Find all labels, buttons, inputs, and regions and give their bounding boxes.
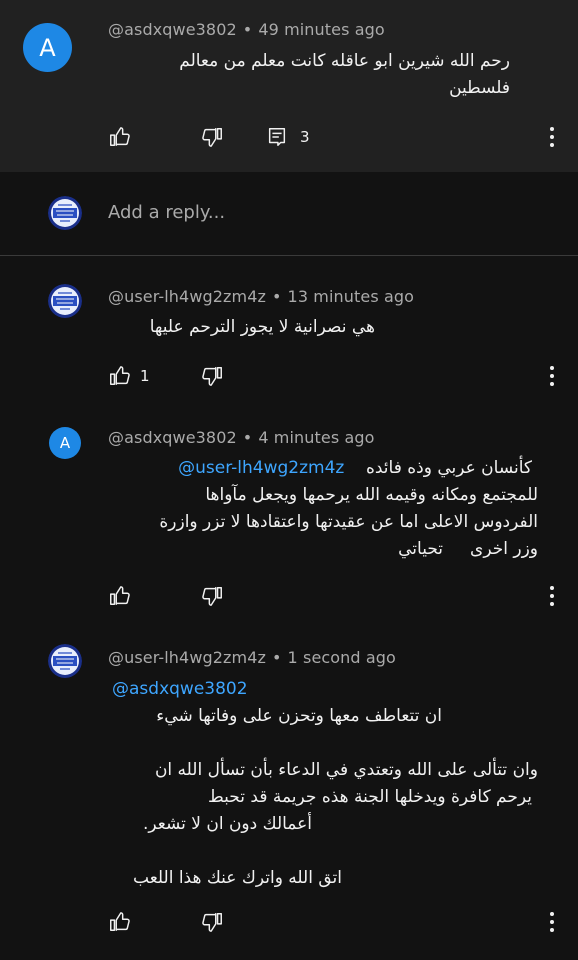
dislike-icon[interactable] (202, 585, 224, 607)
reply-actions: 1 (108, 362, 224, 390)
comment-time: 49 minutes ago (258, 20, 385, 39)
reply-time: 13 minutes ago (287, 287, 414, 306)
reply-actions (108, 908, 224, 936)
reply-text: كأنسان عربي وذه فائده @user-lh4wg2zm4z ل… (159, 458, 538, 559)
reply-text: هي نصرانية لا يجوز الترحم عليها (149, 317, 375, 337)
more-options-icon[interactable] (548, 126, 556, 148)
avatar[interactable] (48, 284, 82, 318)
comment-actions: 3 (108, 123, 310, 151)
top-comment: A @asdxqwe3802 • 49 minutes ago رحم الله ش… (0, 0, 578, 172)
reply-count: 3 (300, 128, 310, 146)
reply-item: @user-lh4wg2zm4z • 13 minutes ago هي نصران… (0, 256, 578, 404)
reply-time: 1 second ago (287, 648, 396, 667)
add-reply-input[interactable]: Add a reply... (108, 202, 225, 223)
avatar[interactable] (48, 644, 82, 678)
comment-author[interactable]: @asdxqwe3802 (108, 20, 237, 39)
reply-bar: Add a reply... (0, 172, 578, 256)
reply-author[interactable]: @user-lh4wg2zm4z (108, 648, 266, 667)
like-icon[interactable] (108, 585, 130, 607)
more-options-icon[interactable] (548, 585, 556, 607)
reply-item: A @asdxqwe3802 • 4 minutes ago كأنسان عربي… (0, 404, 578, 632)
reply-header: @user-lh4wg2zm4z • 1 second ago (108, 648, 396, 667)
reply-text: @asdxqwe3802 ان تتعاطف معها وتحزن على وف… (112, 679, 538, 888)
reply-header: @asdxqwe3802 • 4 minutes ago (108, 428, 375, 447)
comment-header: @asdxqwe3802 • 49 minutes ago (108, 20, 385, 39)
reply-header: @user-lh4wg2zm4z • 13 minutes ago (108, 287, 414, 306)
more-options-icon[interactable] (548, 911, 556, 933)
like-icon[interactable] (108, 126, 130, 148)
user-avatar (48, 196, 82, 230)
reply-item: @user-lh4wg2zm4z • 1 second ago @asdxqwe38… (0, 632, 578, 960)
like-icon[interactable] (108, 911, 130, 933)
like-icon[interactable] (108, 365, 130, 387)
avatar[interactable]: A (49, 427, 81, 459)
comment-text: رحم الله شيرين ابو عاقله كانت معلم من مع… (179, 51, 510, 98)
reply-author[interactable]: @asdxqwe3802 (108, 428, 237, 447)
dislike-icon[interactable] (202, 365, 224, 387)
like-count: 1 (140, 367, 150, 385)
reply-actions (108, 582, 224, 610)
mention-link[interactable]: @user-lh4wg2zm4z (178, 458, 344, 478)
reply-author[interactable]: @user-lh4wg2zm4z (108, 287, 266, 306)
avatar[interactable]: A (23, 23, 72, 72)
reply-time: 4 minutes ago (258, 428, 375, 447)
dislike-icon[interactable] (202, 126, 224, 148)
replies-icon[interactable] (266, 126, 288, 148)
dislike-icon[interactable] (202, 911, 224, 933)
more-options-icon[interactable] (548, 365, 556, 387)
mention-link[interactable]: @asdxqwe3802 (112, 679, 248, 699)
